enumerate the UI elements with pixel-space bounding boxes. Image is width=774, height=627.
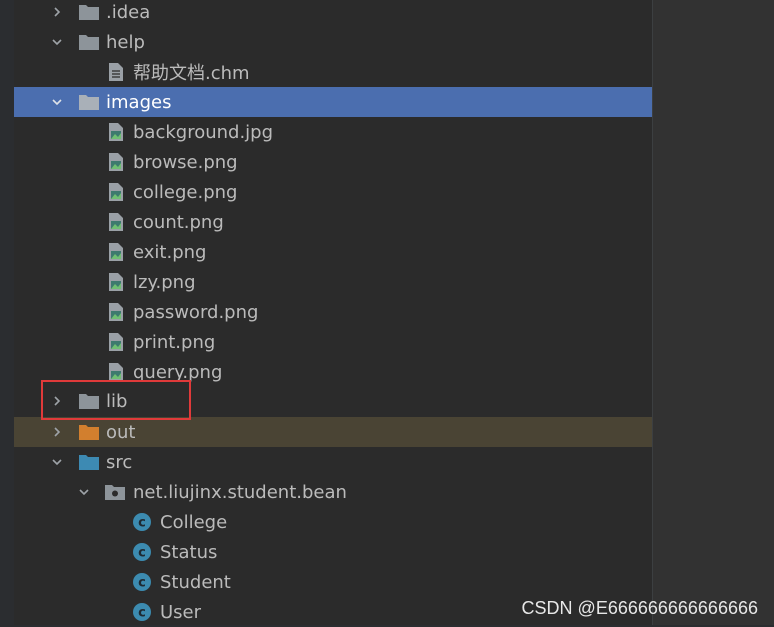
- tree-item-package[interactable]: net.liujinx.student.bean: [14, 477, 652, 507]
- image-file-icon: [107, 242, 127, 262]
- chevron-down-icon[interactable]: [49, 94, 65, 110]
- chevron-right-icon[interactable]: [49, 4, 65, 20]
- tree-item-label: lzy.png: [133, 271, 196, 293]
- svg-text:c: c: [138, 516, 146, 531]
- folder-icon: [78, 92, 99, 112]
- chevron-down-icon[interactable]: [76, 484, 92, 500]
- tree-item-class[interactable]: c Student: [14, 567, 652, 597]
- tree-item-label: src: [106, 451, 133, 473]
- tree-item-image-file[interactable]: background.jpg: [14, 117, 652, 147]
- tree-item-label: out: [106, 421, 136, 443]
- chevron-down-icon[interactable]: [49, 454, 65, 470]
- package-icon: [104, 482, 125, 502]
- left-gutter: [0, 0, 14, 625]
- svg-text:c: c: [138, 546, 146, 561]
- tree-item-images[interactable]: images: [14, 87, 652, 117]
- watermark: CSDN @E666666666666666: [521, 598, 758, 618]
- highlight-box: [41, 380, 191, 420]
- editor-pane: [652, 0, 774, 625]
- tree-item-label: User: [160, 601, 202, 623]
- image-file-icon: [107, 152, 127, 172]
- chevron-down-icon[interactable]: [49, 34, 65, 50]
- tree-item-label: count.png: [133, 211, 224, 233]
- folder-icon: [78, 32, 99, 52]
- tree-item-class[interactable]: c College: [14, 507, 652, 537]
- class-icon: c: [132, 542, 152, 562]
- image-file-icon: [107, 182, 127, 202]
- tree-item-class[interactable]: c Status: [14, 537, 652, 567]
- tree-item-label: print.png: [133, 331, 216, 353]
- tree-item-image-file[interactable]: college.png: [14, 177, 652, 207]
- tree-item-image-file[interactable]: password.png: [14, 297, 652, 327]
- text-file-icon: [107, 62, 127, 82]
- tree-item-image-file[interactable]: lzy.png: [14, 267, 652, 297]
- tree-item-label: password.png: [133, 301, 259, 323]
- tree-item-out[interactable]: out: [14, 417, 652, 447]
- tree-item-image-file[interactable]: print.png: [14, 327, 652, 357]
- image-file-icon: [107, 332, 127, 352]
- tree-item-label: Student: [160, 571, 231, 593]
- class-icon: c: [132, 602, 152, 622]
- tree-item-label: browse.png: [133, 151, 238, 173]
- image-file-icon: [107, 302, 127, 322]
- tree-item-label: exit.png: [133, 241, 207, 263]
- image-file-icon: [107, 272, 127, 292]
- tree-item-help-file[interactable]: 帮助文档.chm: [14, 57, 652, 87]
- tree-item-src[interactable]: src: [14, 447, 652, 477]
- tree-item-label: help: [106, 31, 145, 53]
- excluded-folder-icon: [78, 422, 99, 442]
- tree-item-label: Status: [160, 541, 218, 563]
- tree-item-label: net.liujinx.student.bean: [133, 481, 347, 503]
- tree-item-label: background.jpg: [133, 121, 274, 143]
- tree-item-label: College: [160, 511, 228, 533]
- svg-text:c: c: [138, 576, 146, 591]
- folder-icon: [78, 2, 99, 22]
- class-icon: c: [132, 512, 152, 532]
- tree-item-label: images: [106, 91, 172, 113]
- tree-item-image-file[interactable]: exit.png: [14, 237, 652, 267]
- tree-item-label: .idea: [106, 1, 151, 23]
- tree-item-image-file[interactable]: count.png: [14, 207, 652, 237]
- project-tree: .idea help 帮助文档.chm images background.jp…: [14, 0, 652, 625]
- source-folder-icon: [78, 452, 99, 472]
- tree-item-label: college.png: [133, 181, 238, 203]
- class-icon: c: [132, 572, 152, 592]
- svg-text:c: c: [138, 606, 146, 621]
- tree-item-label: 帮助文档.chm: [133, 63, 250, 84]
- tree-item-help[interactable]: help: [14, 27, 652, 57]
- image-file-icon: [107, 362, 127, 382]
- tree-item-idea[interactable]: .idea: [14, 0, 652, 27]
- image-file-icon: [107, 212, 127, 232]
- image-file-icon: [107, 122, 127, 142]
- chevron-right-icon[interactable]: [49, 424, 65, 440]
- tree-item-image-file[interactable]: browse.png: [14, 147, 652, 177]
